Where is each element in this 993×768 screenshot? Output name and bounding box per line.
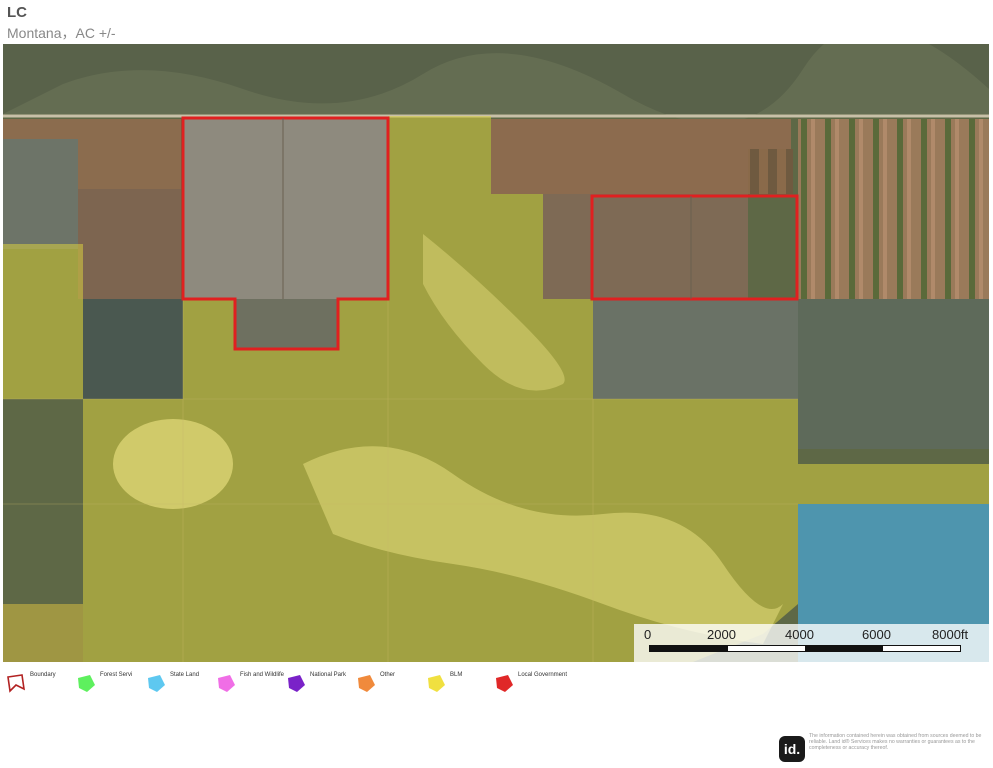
farm-parcel (491, 119, 791, 194)
scale-track (649, 645, 961, 652)
crop-strips (798, 119, 989, 299)
aerial-map[interactable]: 0 2000 4000 6000 8000ft (3, 44, 989, 662)
property-location: Montana，AC +/- (7, 25, 116, 41)
map-header: LC Montana，AC +/- (7, 4, 116, 42)
property-title: LC (7, 4, 27, 21)
farm-parcel (78, 189, 181, 299)
boundary-outline-icon (7, 674, 26, 693)
scale-label: 8000ft (932, 627, 969, 642)
fish-wildlife-icon (218, 675, 235, 692)
scale-label: 6000 (862, 627, 891, 642)
scale-label: 0 (644, 627, 652, 642)
scale-label: 4000 (785, 627, 814, 642)
scale-bar: 0 2000 4000 6000 8000ft (634, 624, 989, 662)
local-government-icon (496, 675, 513, 692)
landid-logo: id. (779, 736, 805, 762)
forest-service-icon (78, 675, 95, 692)
state-land-icon (148, 675, 165, 692)
disclaimer-text: The information contained herein was obt… (809, 733, 982, 751)
scale-label: 2000 (707, 627, 736, 642)
other-icon (358, 675, 375, 692)
map-canvas (3, 44, 989, 662)
national-park-icon (288, 675, 305, 692)
blm-land-overlay[interactable] (3, 244, 83, 399)
blm-icon (428, 675, 445, 692)
